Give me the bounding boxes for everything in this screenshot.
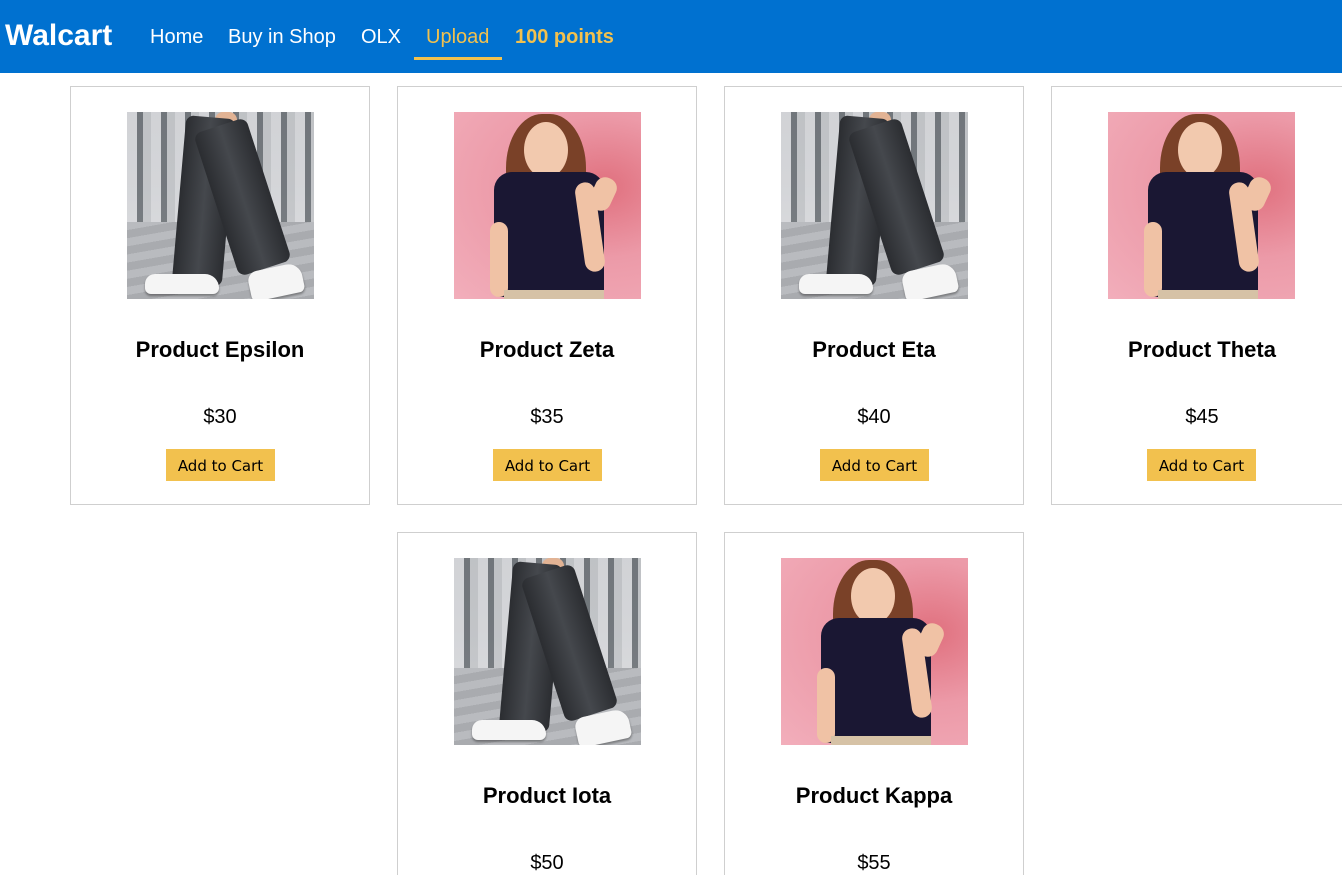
top-navbar: Walcart Home Buy in Shop OLX Upload 100 … (0, 0, 1342, 73)
product-card: Product Zeta $35 Add to Cart (397, 86, 697, 505)
product-price: $40 (857, 406, 891, 428)
add-to-cart-button[interactable]: Add to Cart (166, 449, 275, 481)
product-price: $50 (530, 852, 564, 874)
product-name: Product Eta (812, 337, 936, 362)
add-to-cart-button[interactable]: Add to Cart (493, 449, 602, 481)
product-card: Product Epsilon $30 Add to Cart (70, 86, 370, 505)
product-image[interactable] (454, 558, 641, 745)
brand-logo[interactable]: Walcart (5, 18, 112, 54)
product-price: $35 (530, 406, 564, 428)
product-name: Product Zeta (479, 337, 615, 362)
product-name: Product Iota (482, 783, 612, 808)
product-image[interactable] (781, 558, 968, 745)
points-balance: 100 points (515, 26, 614, 48)
nav-link-buy-in-shop[interactable]: Buy in Shop (228, 24, 336, 50)
product-card: Product Theta $45 Add to Cart (1051, 86, 1342, 505)
product-card: Product Eta $40 Add to Cart (724, 86, 1024, 505)
product-card: Product Kappa $55 (724, 532, 1024, 875)
nav-link-upload[interactable]: Upload (426, 24, 489, 50)
product-name: Product Kappa (795, 783, 953, 808)
add-to-cart-button[interactable]: Add to Cart (1147, 449, 1256, 481)
product-card: Product Iota $50 (397, 532, 697, 875)
product-price: $30 (203, 406, 237, 428)
product-price: $55 (857, 852, 891, 874)
active-tab-underline (414, 57, 502, 60)
product-image[interactable] (127, 112, 314, 299)
nav-link-home[interactable]: Home (150, 24, 203, 50)
product-name: Product Theta (1128, 337, 1276, 362)
product-name: Product Epsilon (135, 337, 305, 362)
product-image[interactable] (781, 112, 968, 299)
nav-link-olx[interactable]: OLX (361, 24, 401, 50)
product-price: $45 (1185, 406, 1219, 428)
product-image[interactable] (1108, 112, 1295, 299)
product-image[interactable] (454, 112, 641, 299)
add-to-cart-button[interactable]: Add to Cart (820, 449, 929, 481)
